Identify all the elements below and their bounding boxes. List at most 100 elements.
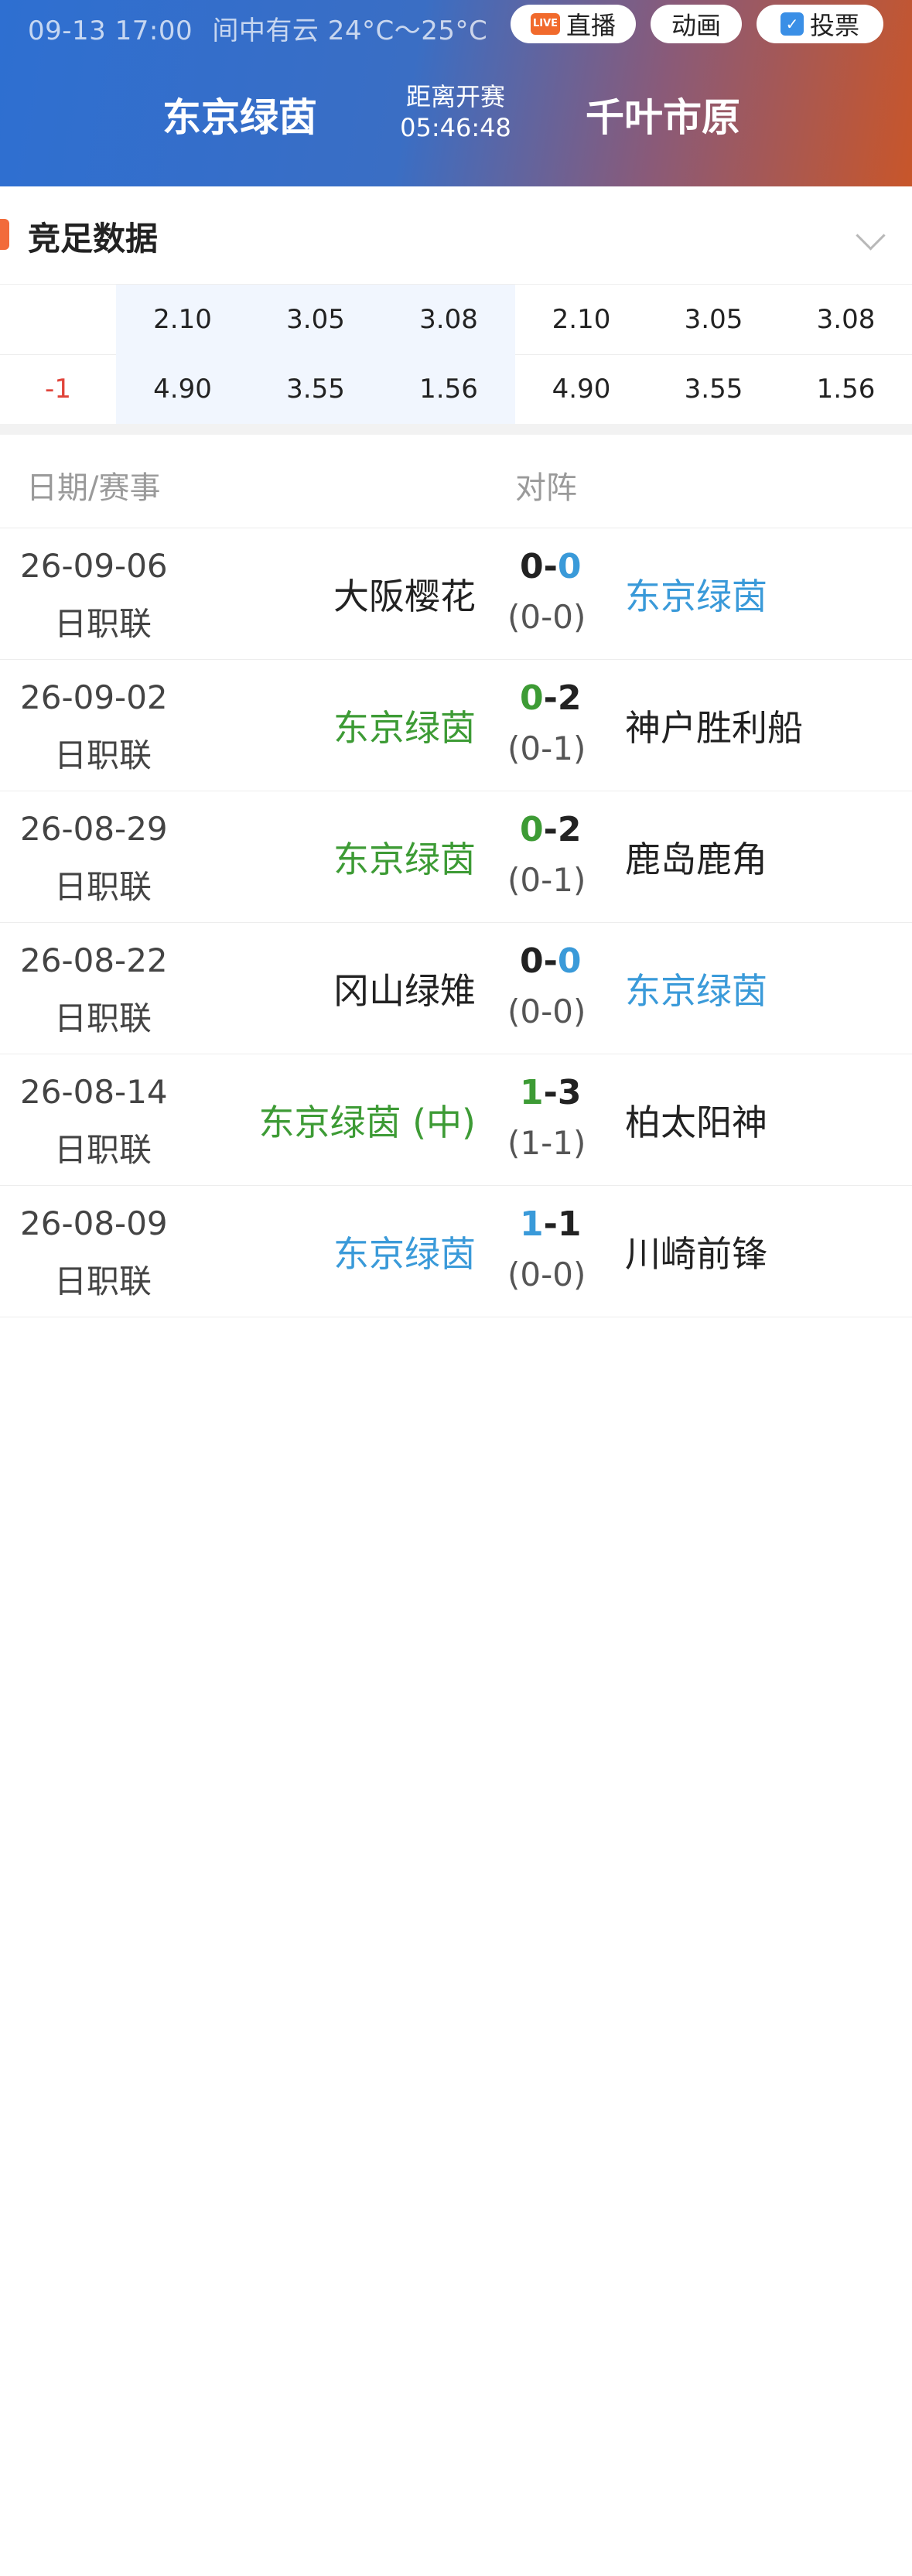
score-separator: - (543, 547, 558, 586)
match-date: 26-08-14 (20, 1073, 168, 1111)
full-time-score: 1-1 (520, 1204, 582, 1244)
full-time-score: 0-0 (520, 941, 582, 981)
odds-cell: 3.05 (249, 285, 382, 354)
home-score: 1 (520, 1073, 544, 1112)
odds-section-header[interactable]: 竞足数据 (0, 186, 912, 285)
odds-table: 2.10 3.05 3.08 2.10 3.05 3.08 -1 4.90 3.… (0, 285, 912, 424)
status-bar: 09-13 17:00 间中有云 24°C～25°C LIVE 直播 动画 ✓ … (0, 0, 912, 50)
section-divider (0, 424, 912, 435)
vote-button[interactable]: ✓ 投票 (757, 5, 883, 43)
odds-cell: 3.55 (684, 374, 743, 405)
match-date: 26-08-29 (20, 810, 168, 848)
odds-cell: 3.08 (382, 285, 515, 354)
half-time-score: (1-1) (507, 1124, 586, 1162)
odds-cell: 3.08 (816, 304, 876, 335)
away-score: 2 (557, 678, 582, 718)
home-team-name[interactable]: 东京绿茵 (162, 87, 317, 142)
match-league: 日职联 (54, 999, 152, 1037)
match-row[interactable]: 26-09-02 日职联 东京绿茵 0-2 (0-1) 神户胜利船 (0, 660, 912, 791)
animation-label: 动画 (671, 11, 721, 40)
full-time-score: 1-3 (520, 1073, 582, 1112)
countdown-timer: 05:46:48 (400, 113, 511, 142)
half-time-score: (0-1) (507, 729, 586, 767)
half-time-score: (0-0) (507, 598, 586, 636)
match-league: 日职联 (54, 605, 152, 643)
away-score: 0 (557, 941, 582, 981)
odds-section-title: 竞足数据 (28, 220, 159, 258)
match-row[interactable]: 26-08-22 日职联 冈山绿雉 0-0 (0-0) 东京绿茵 (0, 923, 912, 1054)
weather-text: 间中有云 24°C～25°C (212, 15, 488, 46)
odds-cell: 4.90 (552, 374, 611, 405)
home-team: 东京绿茵 (333, 1233, 476, 1275)
home-team: 东京绿茵 (中) (258, 1102, 476, 1143)
away-team: 川崎前锋 (625, 1233, 767, 1275)
home-score: 0 (520, 810, 544, 849)
live-label: 直播 (565, 11, 616, 40)
odds-row: 2.10 3.05 3.08 2.10 3.05 3.08 (0, 285, 912, 355)
odds-cell: 4.90 (116, 354, 249, 424)
odds-row: -1 4.90 3.55 1.56 4.90 3.55 1.56 (0, 354, 912, 424)
vote-icon: ✓ (780, 12, 804, 36)
match-league: 日职联 (54, 1262, 152, 1300)
away-team: 柏太阳神 (625, 1102, 767, 1143)
odds-cell: 1.56 (816, 374, 876, 405)
match-date: 26-09-06 (20, 547, 168, 585)
away-score: 0 (557, 547, 582, 586)
score-separator: - (543, 678, 558, 718)
match-list: 26-09-06 日职联 大阪樱花 0-0 (0-0) 东京绿茵 26-09-02 日职联 东京… (0, 528, 912, 1317)
odds-cell: 3.55 (249, 354, 382, 424)
match-date: 26-08-22 (20, 941, 168, 979)
odds-row-label (0, 285, 116, 354)
odds-cell: 2.10 (116, 285, 249, 354)
match-header: 09-13 17:00 间中有云 24°C～25°C LIVE 直播 动画 ✓ … (0, 0, 912, 186)
animation-button[interactable]: 动画 (651, 5, 742, 43)
score-separator: - (543, 941, 558, 981)
live-icon: LIVE (530, 13, 560, 35)
matchup-column-header: 对阵 (515, 470, 577, 506)
home-team: 东京绿茵 (333, 707, 476, 749)
score-separator: - (543, 810, 558, 849)
away-score: 3 (557, 1073, 582, 1112)
match-datetime: 09-13 17:00 (28, 15, 193, 46)
odds-cell: 2.10 (552, 304, 611, 335)
home-score: 0 (520, 941, 544, 981)
home-score: 0 (520, 547, 544, 586)
half-time-score: (0-0) (507, 992, 586, 1030)
live-button[interactable]: LIVE 直播 (511, 5, 636, 43)
match-row[interactable]: 26-08-29 日职联 东京绿茵 0-2 (0-1) 鹿岛鹿角 (0, 791, 912, 923)
chevron-down-icon[interactable] (856, 220, 886, 251)
home-score: 0 (520, 678, 544, 718)
match-row[interactable]: 26-08-14 日职联 东京绿茵 (中) 1-3 (1-1) 柏太阳神 (0, 1054, 912, 1186)
match-row[interactable]: 26-08-09 日职联 东京绿茵 1-1 (0-0) 川崎前锋 (0, 1186, 912, 1317)
match-date: 26-08-09 (20, 1204, 168, 1242)
home-team: 东京绿茵 (333, 839, 476, 880)
match-league: 日职联 (54, 1131, 152, 1169)
countdown-label: 距离开赛 (405, 82, 505, 111)
away-score: 2 (557, 810, 582, 849)
score-separator: - (543, 1073, 558, 1112)
away-team: 东京绿茵 (625, 576, 767, 617)
match-row[interactable]: 26-09-06 日职联 大阪樱花 0-0 (0-0) 东京绿茵 (0, 528, 912, 660)
match-date: 26-09-02 (20, 678, 168, 716)
home-team: 冈山绿雉 (333, 970, 476, 1012)
home-score: 1 (520, 1204, 544, 1244)
full-time-score: 0-2 (520, 810, 582, 849)
away-team: 神户胜利船 (625, 707, 803, 749)
odds-cell: 1.56 (382, 354, 515, 424)
away-team-name[interactable]: 千叶市原 (586, 87, 740, 142)
odds-row-label: -1 (45, 374, 71, 405)
half-time-score: (0-0) (507, 1256, 586, 1293)
full-time-score: 0-2 (520, 678, 582, 718)
match-league: 日职联 (54, 868, 152, 906)
date-weather: 09-13 17:00 间中有云 24°C～25°C (28, 9, 487, 47)
away-team: 东京绿茵 (625, 970, 767, 1012)
date-league-column-header: 日期/赛事 (26, 470, 161, 506)
section-accent-bar (0, 219, 9, 250)
vote-label: 投票 (809, 11, 859, 40)
full-time-score: 0-0 (520, 547, 582, 586)
odds-cell: 3.05 (684, 304, 743, 335)
half-time-score: (0-1) (507, 861, 586, 899)
home-team: 大阪樱花 (333, 576, 476, 617)
score-separator: - (543, 1204, 558, 1244)
history-header: 日期/赛事 对阵 (0, 435, 912, 528)
